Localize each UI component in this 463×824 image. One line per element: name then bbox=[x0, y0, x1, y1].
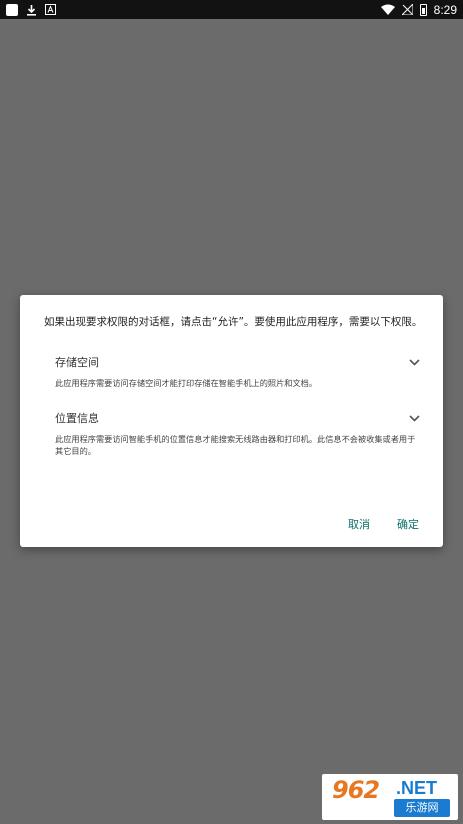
watermark-cn: 乐游网 bbox=[394, 799, 450, 817]
chevron-down-icon[interactable] bbox=[408, 412, 420, 424]
chevron-down-icon[interactable] bbox=[408, 356, 420, 368]
no-signal-icon bbox=[401, 4, 413, 15]
download-icon bbox=[27, 4, 36, 16]
cancel-button[interactable]: 取消 bbox=[348, 516, 370, 532]
permission-desc-storage: 此应用程序需要访问存储空间才能打印存储在智能手机上的照片和文档。 bbox=[55, 378, 318, 388]
permission-title-storage: 存储空间 bbox=[55, 356, 99, 369]
permission-section-location[interactable]: 位置信息 此应用程序需要访问智能手机的位置信息才能搜索无线路由器和打印机。此信息… bbox=[55, 409, 420, 457]
permission-header-location[interactable]: 位置信息 bbox=[55, 409, 420, 427]
watermark-suffix: .NET bbox=[396, 778, 438, 798]
font-icon bbox=[45, 4, 56, 15]
status-time: 8:29 bbox=[433, 2, 457, 17]
site-watermark-logo: 962 .NET 乐游网 bbox=[322, 774, 458, 820]
status-bar-left bbox=[6, 2, 56, 17]
permission-section-storage[interactable]: 存储空间 此应用程序需要访问存储空间才能打印存储在智能手机上的照片和文档。 bbox=[55, 353, 420, 389]
permission-title-location: 位置信息 bbox=[55, 412, 99, 425]
watermark-number: 962 bbox=[332, 776, 380, 804]
battery-icon bbox=[419, 3, 427, 16]
status-bar-right: 8:29 bbox=[380, 2, 457, 17]
wifi-icon bbox=[380, 4, 395, 15]
dialog-title: 如果出现要求权限的对话框，请点击“允许”。要使用此应用程序，需要以下权限。 bbox=[44, 316, 423, 328]
ok-button[interactable]: 确定 bbox=[397, 516, 419, 532]
permission-desc-location: 此应用程序需要访问智能手机的位置信息才能搜索无线路由器和打印机。此信息不会被收集… bbox=[55, 434, 416, 456]
status-bar: 8:29 bbox=[0, 0, 463, 19]
permission-header-storage[interactable]: 存储空间 bbox=[55, 353, 420, 371]
app-icon bbox=[6, 3, 18, 16]
permission-dialog: 如果出现要求权限的对话框，请点击“允许”。要使用此应用程序，需要以下权限。 存储… bbox=[20, 295, 443, 547]
